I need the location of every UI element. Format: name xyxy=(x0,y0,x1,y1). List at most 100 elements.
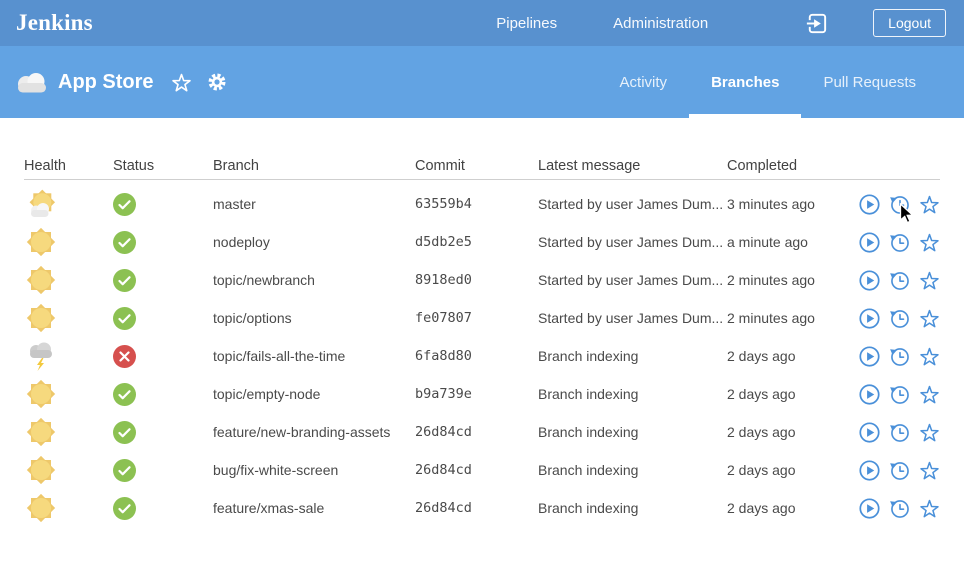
favorite-button[interactable] xyxy=(918,421,940,444)
favorite-button[interactable] xyxy=(918,459,940,482)
run-button[interactable] xyxy=(858,345,881,368)
tab-pull-requests[interactable]: Pull Requests xyxy=(801,46,938,118)
table-row[interactable]: topic/newbranch 8918ed0 Started by user … xyxy=(24,261,940,299)
table-row[interactable]: bug/fix-white-screen 26d84cd Branch inde… xyxy=(24,451,940,489)
play-icon xyxy=(858,383,881,406)
play-icon xyxy=(858,459,881,482)
favorite-button[interactable] xyxy=(918,307,940,330)
table-row[interactable]: feature/new-branding-assets 26d84cd Bran… xyxy=(24,413,940,451)
run-button[interactable] xyxy=(858,269,881,292)
column-header-completed: Completed xyxy=(727,158,858,174)
jenkins-logo[interactable]: Jenkins xyxy=(16,10,93,36)
partly-cloudy-icon xyxy=(24,187,58,221)
favorite-pipeline-button[interactable] xyxy=(170,71,193,94)
favorite-button[interactable] xyxy=(918,231,940,254)
run-button[interactable] xyxy=(858,193,881,216)
sunny-icon xyxy=(24,377,58,411)
history-button[interactable] xyxy=(888,307,911,330)
star-icon xyxy=(918,459,940,482)
table-row[interactable]: topic/options fe07807 Started by user Ja… xyxy=(24,299,940,337)
history-icon xyxy=(888,193,911,216)
favorite-button[interactable] xyxy=(918,497,940,520)
branches-table-body: master 63559b4 Started by user James Dum… xyxy=(24,180,940,527)
sunny-icon xyxy=(24,263,58,297)
completed-time: a minute ago xyxy=(727,234,858,250)
play-icon xyxy=(858,307,881,330)
favorite-button[interactable] xyxy=(918,383,940,406)
run-button[interactable] xyxy=(858,307,881,330)
commit-hash: 26d84cd xyxy=(415,462,538,478)
run-button[interactable] xyxy=(858,231,881,254)
table-row[interactable]: nodeploy d5db2e5 Started by user James D… xyxy=(24,223,940,261)
completed-time: 2 minutes ago xyxy=(727,310,858,326)
sunny-icon xyxy=(24,225,58,259)
completed-time: 2 days ago xyxy=(727,386,858,402)
pipeline-settings-button[interactable] xyxy=(206,71,228,93)
logout-button[interactable]: Logout xyxy=(873,9,946,37)
latest-message: Branch indexing xyxy=(538,462,727,478)
commit-hash: 63559b4 xyxy=(415,196,538,212)
history-icon xyxy=(888,459,911,482)
favorite-button[interactable] xyxy=(918,269,940,292)
play-icon xyxy=(858,345,881,368)
commit-hash: fe07807 xyxy=(415,310,538,326)
history-button[interactable] xyxy=(888,345,911,368)
history-icon xyxy=(888,383,911,406)
star-icon xyxy=(918,345,940,368)
play-icon xyxy=(858,421,881,444)
table-row[interactable]: master 63559b4 Started by user James Dum… xyxy=(24,185,940,223)
nav-pipelines[interactable]: Pipelines xyxy=(496,15,557,32)
star-icon xyxy=(918,231,940,254)
table-row[interactable]: topic/empty-node b9a739e Branch indexing… xyxy=(24,375,940,413)
run-button[interactable] xyxy=(858,421,881,444)
branch-name: topic/empty-node xyxy=(213,386,415,402)
table-row[interactable]: feature/xmas-sale 26d84cd Branch indexin… xyxy=(24,489,940,527)
top-navigation: Pipelines Administration Logout xyxy=(496,9,946,37)
run-button[interactable] xyxy=(858,497,881,520)
history-button[interactable] xyxy=(888,231,911,254)
status-failure-icon xyxy=(113,345,136,368)
pipeline-title: App Store xyxy=(58,71,154,94)
play-icon xyxy=(858,231,881,254)
table-row[interactable]: topic/fails-all-the-time 6fa8d80 Branch … xyxy=(24,337,940,375)
run-button[interactable] xyxy=(858,459,881,482)
star-icon xyxy=(918,193,940,216)
column-header-branch: Branch xyxy=(213,158,415,174)
favorite-button[interactable] xyxy=(918,345,940,368)
history-button[interactable] xyxy=(888,383,911,406)
status-success-icon xyxy=(113,307,136,330)
history-button[interactable] xyxy=(888,193,911,216)
commit-hash: 6fa8d80 xyxy=(415,348,538,364)
star-icon xyxy=(170,71,193,94)
completed-time: 2 days ago xyxy=(727,424,858,440)
tab-branches[interactable]: Branches xyxy=(689,46,801,118)
column-header-commit: Commit xyxy=(415,158,538,174)
nav-administration[interactable]: Administration xyxy=(613,15,708,32)
history-button[interactable] xyxy=(888,459,911,482)
latest-message: Branch indexing xyxy=(538,424,727,440)
status-success-icon xyxy=(113,193,136,216)
run-button[interactable] xyxy=(858,383,881,406)
latest-message: Started by user James Dum... xyxy=(538,234,727,250)
history-button[interactable] xyxy=(888,269,911,292)
completed-time: 2 minutes ago xyxy=(727,272,858,288)
logout-arrow-button[interactable] xyxy=(804,11,829,36)
completed-time: 2 days ago xyxy=(727,462,858,478)
branches-table: Health Status Branch Commit Latest messa… xyxy=(0,118,964,527)
status-success-icon xyxy=(113,497,136,520)
history-button[interactable] xyxy=(888,497,911,520)
branch-name: master xyxy=(213,196,415,212)
status-success-icon xyxy=(113,231,136,254)
favorite-button[interactable] xyxy=(918,193,940,216)
tab-activity[interactable]: Activity xyxy=(598,46,690,118)
star-icon xyxy=(918,269,940,292)
latest-message: Branch indexing xyxy=(538,348,727,364)
play-icon xyxy=(858,269,881,292)
column-header-status: Status xyxy=(113,158,213,174)
weather-cloud-icon xyxy=(14,70,50,94)
commit-hash: 26d84cd xyxy=(415,500,538,516)
history-button[interactable] xyxy=(888,421,911,444)
star-icon xyxy=(918,307,940,330)
column-header-health: Health xyxy=(24,158,113,174)
branch-name: feature/new-branding-assets xyxy=(213,424,415,440)
